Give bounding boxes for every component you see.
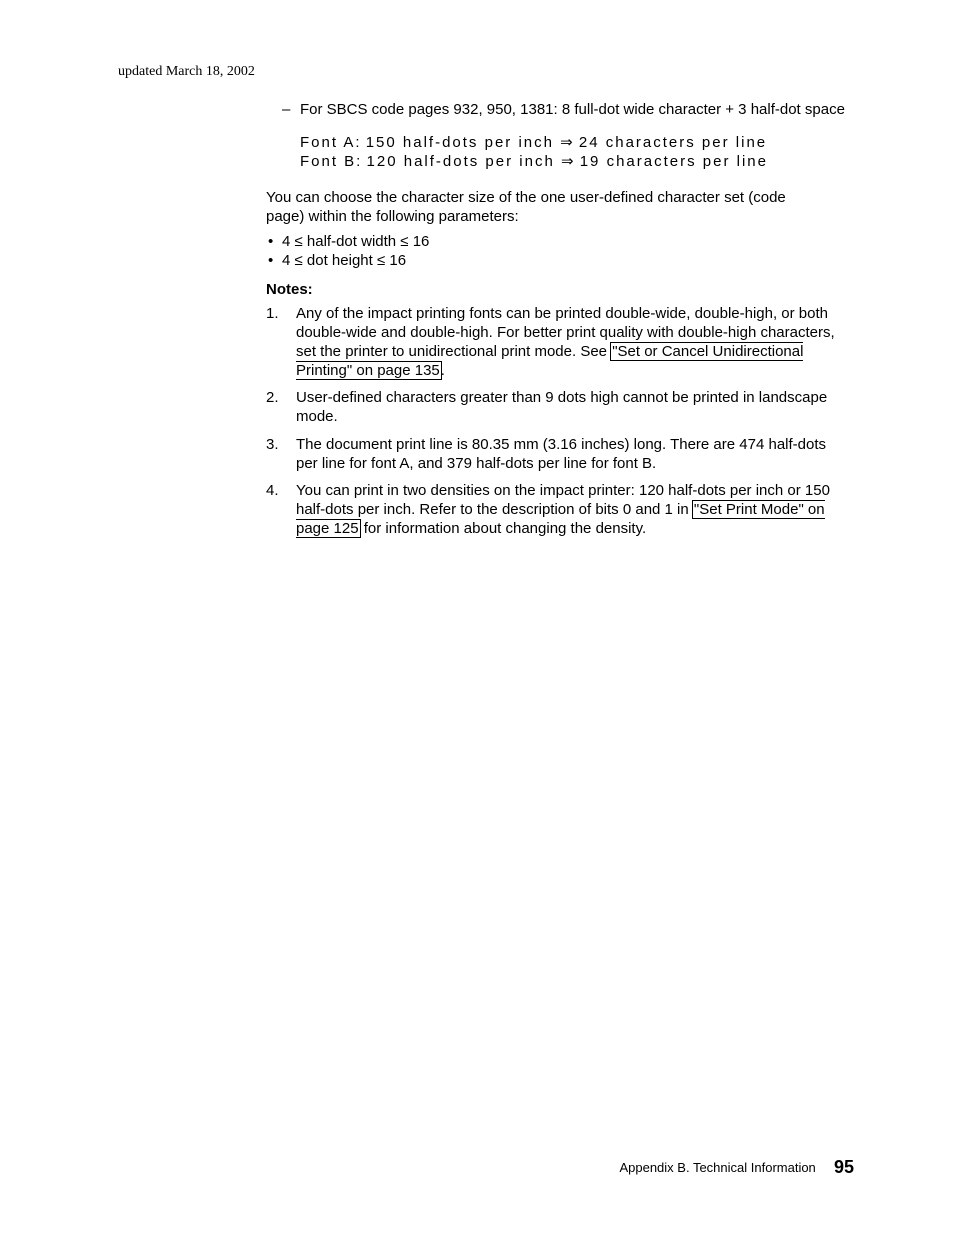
para1-line1: You can choose the character size of the… bbox=[266, 188, 850, 207]
font-b-cpl: 19 characters per line bbox=[580, 153, 768, 170]
note-item-3: 3. The document print line is 80.35 mm (… bbox=[266, 435, 850, 473]
font-a-label: Font A: bbox=[300, 134, 362, 151]
font-b-label: Font B: bbox=[300, 153, 362, 170]
list-number: 4. bbox=[266, 481, 279, 500]
note1-post: . bbox=[441, 362, 445, 379]
bullet-list: • 4 ≤ half-dot width ≤ 16 • 4 ≤ dot heig… bbox=[266, 232, 850, 270]
note-item-4: 4. You can print in two densities on the… bbox=[266, 481, 850, 539]
bullet-icon: • bbox=[268, 251, 273, 270]
bullet-item: • 4 ≤ dot height ≤ 16 bbox=[266, 251, 850, 270]
note-item-1: 1. Any of the impact printing fonts can … bbox=[266, 304, 850, 381]
footer-appendix: Appendix B. Technical Information bbox=[619, 1160, 815, 1175]
header-date: updated March 18, 2002 bbox=[118, 63, 255, 81]
list-number: 3. bbox=[266, 435, 279, 454]
body-content: – For SBCS code pages 932, 950, 1381: 8 … bbox=[266, 100, 850, 547]
note2-text: User-defined characters greater than 9 d… bbox=[296, 389, 827, 425]
bullet-text: 4 ≤ half-dot width ≤ 16 bbox=[282, 233, 429, 250]
notes-heading: Notes: bbox=[266, 280, 850, 299]
dash-item-text: For SBCS code pages 932, 950, 1381: 8 fu… bbox=[300, 101, 845, 118]
footer-page-number: 95 bbox=[834, 1157, 854, 1177]
page: updated March 18, 2002 – For SBCS code p… bbox=[0, 0, 954, 1235]
dash-list-item: – For SBCS code pages 932, 950, 1381: 8 … bbox=[266, 100, 850, 119]
font-b-dpi: 120 half-dots per inch bbox=[367, 153, 555, 170]
arrow-icon: ⇒ bbox=[560, 134, 573, 151]
bullet-text: 4 ≤ dot height ≤ 16 bbox=[282, 252, 406, 269]
intro-paragraph: You can choose the character size of the… bbox=[266, 188, 850, 226]
note4-post: for information about changing the densi… bbox=[360, 520, 647, 537]
font-spec-block: Font A: 150 half-dots per inch ⇒ 24 char… bbox=[266, 133, 850, 171]
font-a-dpi: 150 half-dots per inch bbox=[366, 134, 554, 151]
bullet-icon: • bbox=[268, 232, 273, 251]
dash-icon: – bbox=[282, 100, 290, 119]
font-a-line: Font A: 150 half-dots per inch ⇒ 24 char… bbox=[300, 133, 850, 152]
note-item-2: 2. User-defined characters greater than … bbox=[266, 388, 850, 426]
page-footer: Appendix B. Technical Information 95 bbox=[0, 1156, 954, 1179]
note3-text: The document print line is 80.35 mm (3.1… bbox=[296, 436, 826, 472]
para1-line2: page) within the following parameters: bbox=[266, 207, 850, 226]
font-b-line: Font B: 120 half-dots per inch ⇒ 19 char… bbox=[300, 152, 850, 171]
bullet-item: • 4 ≤ half-dot width ≤ 16 bbox=[266, 232, 850, 251]
list-number: 2. bbox=[266, 388, 279, 407]
arrow-icon: ⇒ bbox=[561, 153, 574, 170]
font-a-cpl: 24 characters per line bbox=[579, 134, 767, 151]
list-number: 1. bbox=[266, 304, 279, 323]
